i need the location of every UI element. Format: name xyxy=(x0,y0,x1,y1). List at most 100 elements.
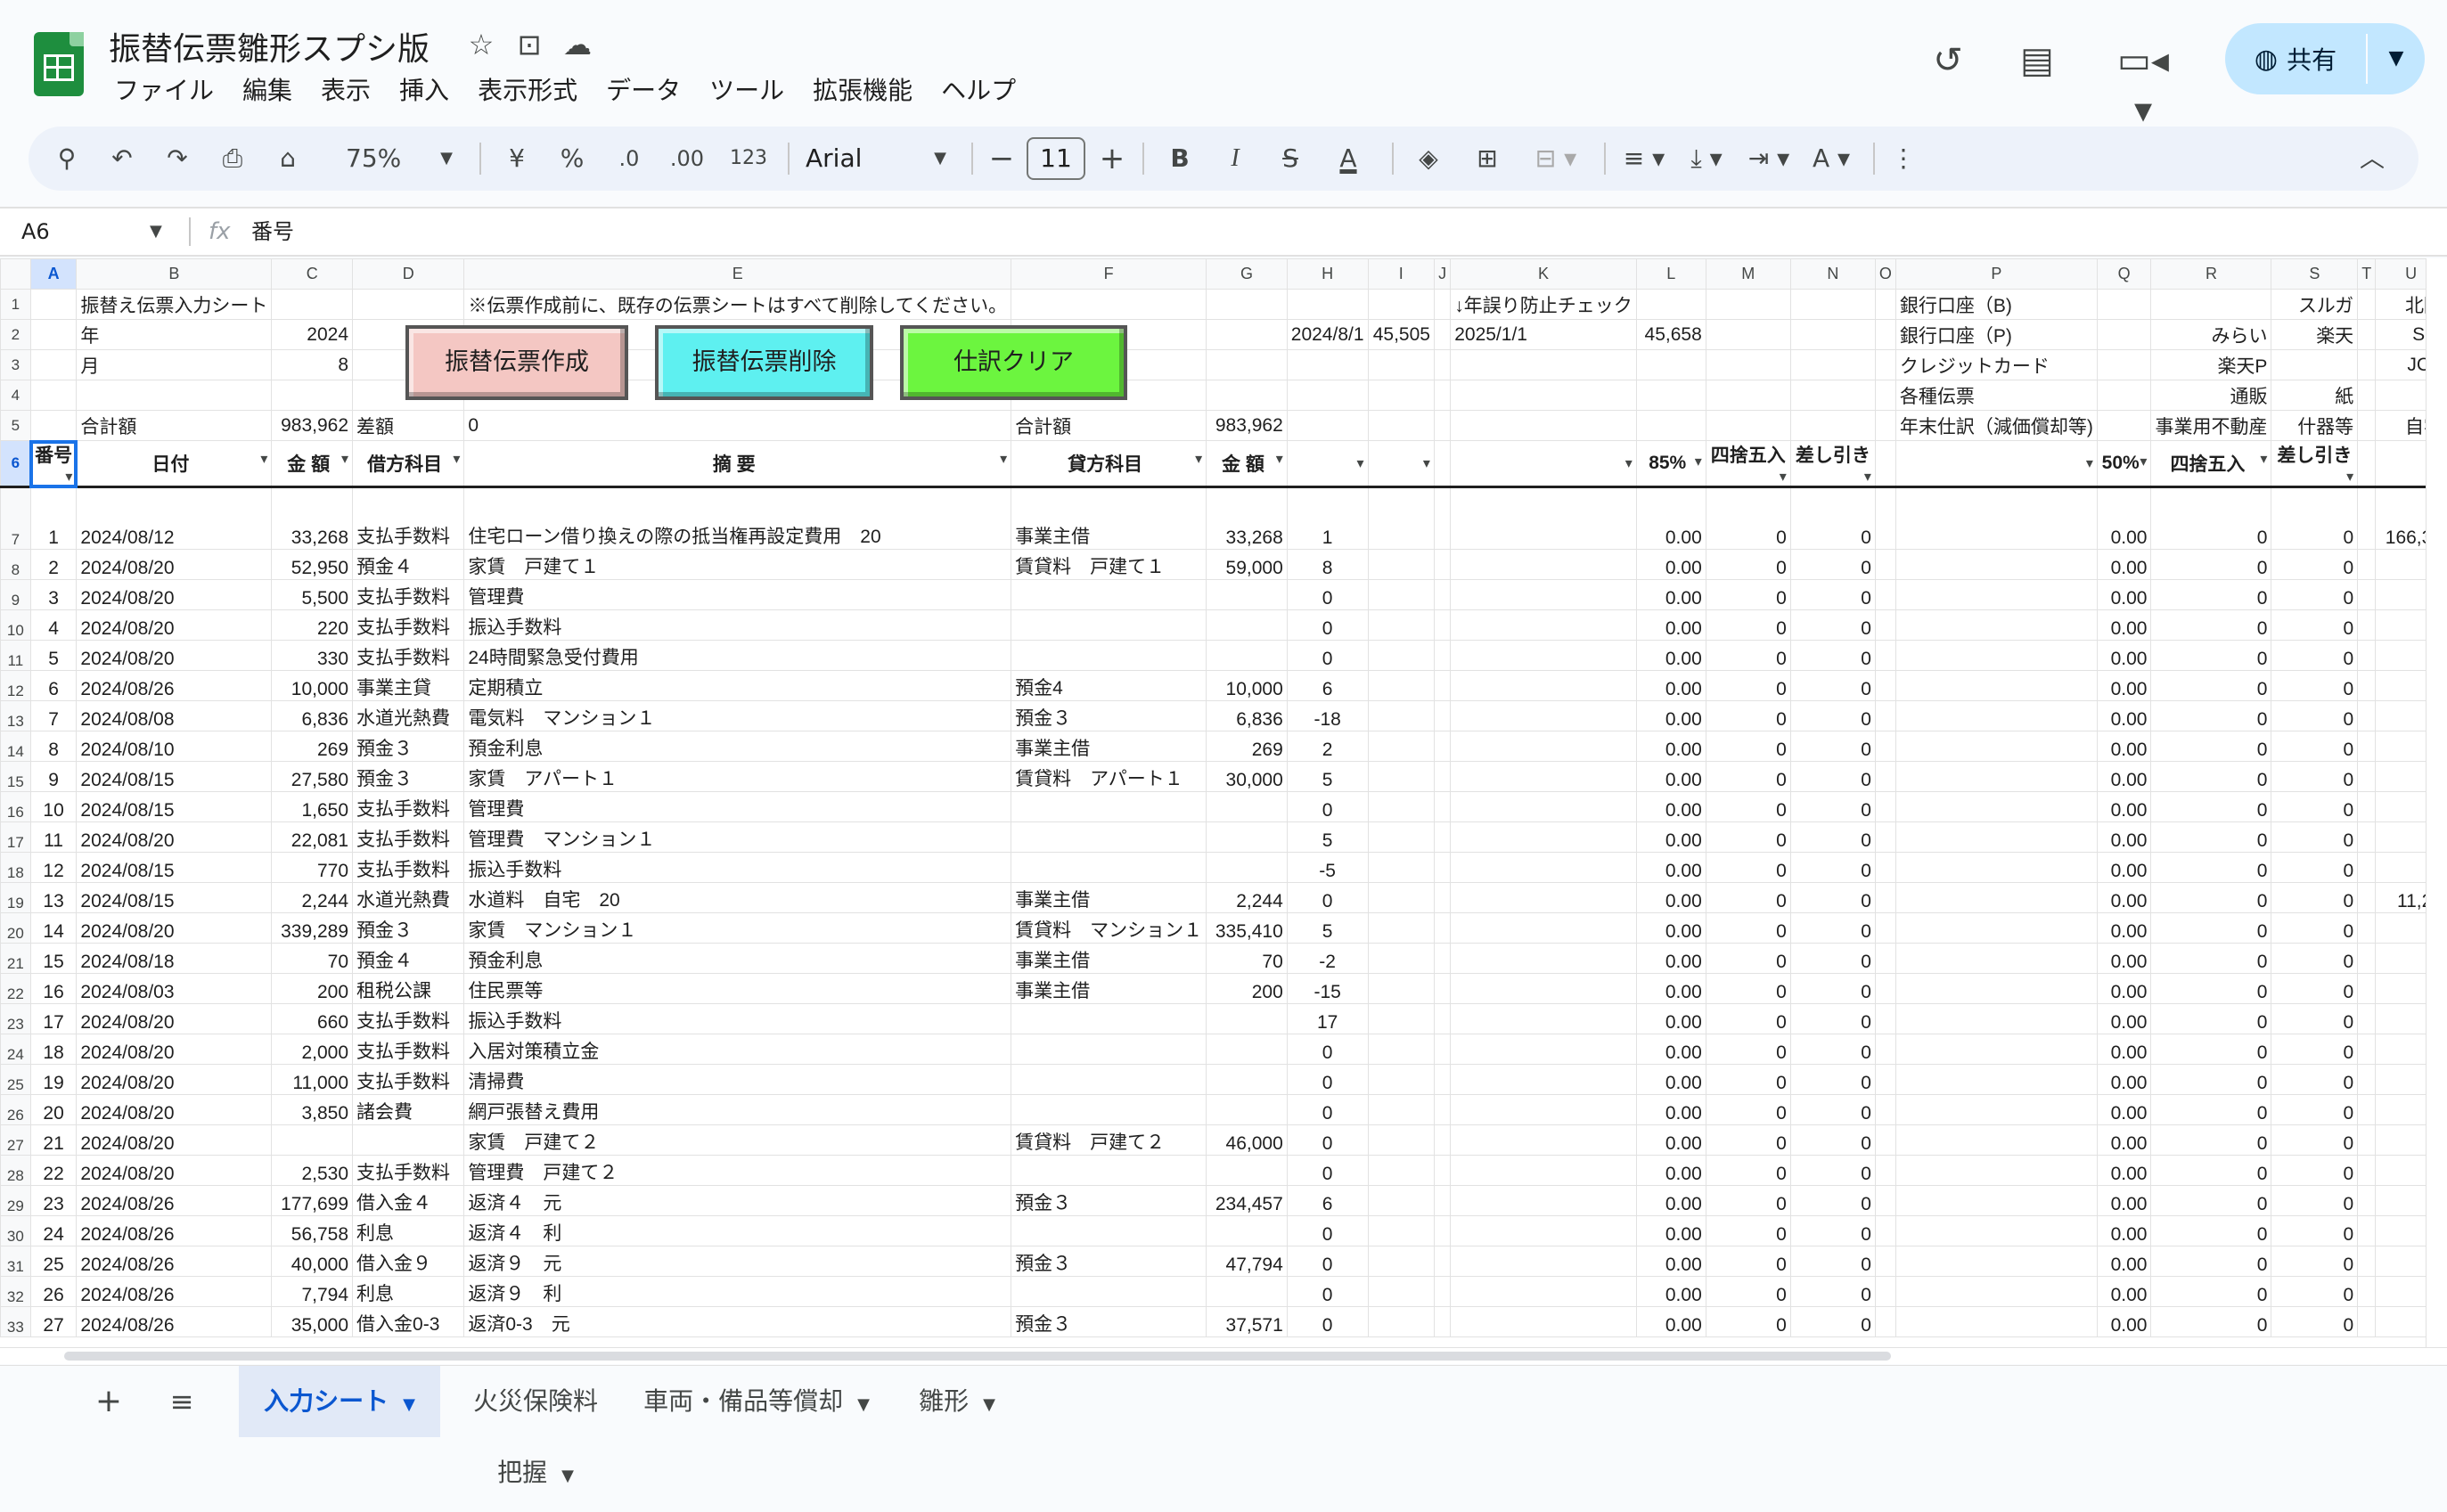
paint-format-icon[interactable]: ⌂ xyxy=(267,127,308,191)
row-header[interactable]: 9 xyxy=(0,579,31,610)
cell-g29[interactable]: 234,457 xyxy=(1206,1185,1288,1216)
cell-d26[interactable]: 諸会費 xyxy=(352,1094,465,1125)
cell-f31[interactable]: 預金３ xyxy=(1011,1246,1207,1277)
cell-t4[interactable] xyxy=(2357,380,2377,411)
cell-m15[interactable]: 0 xyxy=(1705,761,1791,792)
zoom-select[interactable]: 75% xyxy=(346,127,401,191)
name-box[interactable]: A6 xyxy=(21,216,164,248)
cell-r2[interactable]: みらい xyxy=(2150,319,2272,350)
cell-b23[interactable]: 2024/08/20 xyxy=(76,1003,273,1034)
cell-i6[interactable]: ▾ xyxy=(1367,440,1435,488)
filter-icon[interactable]: ▾ xyxy=(1195,450,1202,468)
cell-l17[interactable]: 0.00 xyxy=(1635,821,1706,853)
cell-h5[interactable] xyxy=(1286,410,1369,441)
row-header[interactable]: 24 xyxy=(0,1034,31,1065)
cell-k14[interactable] xyxy=(1450,731,1637,762)
cell-h30[interactable]: 0 xyxy=(1286,1215,1369,1246)
horizontal-scroll-thumb[interactable] xyxy=(64,1352,1891,1361)
cell-g26[interactable] xyxy=(1206,1094,1288,1125)
cell-p23[interactable] xyxy=(1895,1003,2098,1034)
increase-decimal-button[interactable]: .00 xyxy=(665,127,709,191)
cell-i28[interactable] xyxy=(1367,1155,1435,1186)
cell-o2[interactable] xyxy=(1874,319,1896,350)
cell-m10[interactable]: 0 xyxy=(1705,609,1791,641)
cell-r19[interactable]: 0 xyxy=(2150,882,2272,913)
cell-k15[interactable] xyxy=(1450,761,1637,792)
cell-o19[interactable] xyxy=(1874,882,1896,913)
cell-s4[interactable]: 紙 xyxy=(2271,380,2359,411)
select-all-corner[interactable] xyxy=(0,258,31,290)
row-header[interactable]: 7 xyxy=(0,486,31,550)
meet-icon[interactable]: ▭◂ ▾ xyxy=(2103,36,2183,131)
filter-icon[interactable]: ▾ xyxy=(1625,454,1633,472)
cell-a22[interactable]: 16 xyxy=(29,973,78,1004)
cell-q19[interactable]: 0.00 xyxy=(2096,882,2152,913)
row-header[interactable]: 19 xyxy=(0,882,31,913)
cell-i12[interactable] xyxy=(1367,670,1435,701)
cell-n23[interactable]: 0 xyxy=(1789,1003,1876,1034)
cell-q1[interactable] xyxy=(2096,289,2152,320)
cell-n30[interactable]: 0 xyxy=(1789,1215,1876,1246)
cell-s29[interactable]: 0 xyxy=(2271,1185,2359,1216)
cell-p3[interactable]: クレジットカード xyxy=(1895,349,2098,380)
cell-t22[interactable] xyxy=(2357,973,2377,1004)
row-header[interactable]: 13 xyxy=(0,700,31,731)
search-menus-icon[interactable]: ⚲ xyxy=(46,127,87,191)
cell-a3[interactable] xyxy=(29,349,78,380)
cell-q28[interactable]: 0.00 xyxy=(2096,1155,2152,1186)
cell-a15[interactable]: 9 xyxy=(29,761,78,792)
cell-t5[interactable] xyxy=(2357,410,2377,441)
menu-item[interactable]: ツール xyxy=(695,71,798,110)
cell-s23[interactable]: 0 xyxy=(2271,1003,2359,1034)
cell-m7[interactable]: 0 xyxy=(1705,486,1791,550)
cell-l1[interactable] xyxy=(1635,289,1706,320)
cell-d18[interactable]: 支払手数料 xyxy=(352,852,465,883)
cell-j24[interactable] xyxy=(1433,1034,1452,1065)
cell-e13[interactable]: 電気料 マンション１ xyxy=(463,700,1012,731)
filter-icon[interactable]: ▾ xyxy=(1423,454,1430,472)
cell-b6[interactable]: 日付 ▾ xyxy=(76,440,273,488)
comments-icon[interactable]: ▤ xyxy=(2012,36,2062,86)
column-header-o[interactable]: O xyxy=(1874,258,1896,290)
cell-i32[interactable] xyxy=(1367,1276,1435,1307)
cell-k32[interactable] xyxy=(1450,1276,1637,1307)
cell-d8[interactable]: 預金４ xyxy=(352,549,465,580)
cell-q12[interactable]: 0.00 xyxy=(2096,670,2152,701)
cell-s30[interactable]: 0 xyxy=(2271,1215,2359,1246)
row-header[interactable]: 18 xyxy=(0,852,31,883)
cell-a6[interactable]: 番号 ▾ xyxy=(29,439,78,488)
cell-p11[interactable] xyxy=(1895,640,2098,671)
cell-t6[interactable] xyxy=(2357,440,2377,488)
row-header[interactable]: 33 xyxy=(0,1306,31,1337)
cell-p24[interactable] xyxy=(1895,1034,2098,1065)
cell-a16[interactable]: 10 xyxy=(29,791,78,822)
cell-n28[interactable]: 0 xyxy=(1789,1155,1876,1186)
cell-l26[interactable]: 0.00 xyxy=(1635,1094,1706,1125)
cell-k31[interactable] xyxy=(1450,1246,1637,1277)
name-box-caret-icon[interactable]: ▼ xyxy=(150,216,162,248)
cell-a14[interactable]: 8 xyxy=(29,731,78,762)
cell-s32[interactable]: 0 xyxy=(2271,1276,2359,1307)
cell-s12[interactable]: 0 xyxy=(2271,670,2359,701)
cell-j15[interactable] xyxy=(1433,761,1452,792)
cell-h8[interactable]: 8 xyxy=(1286,549,1369,580)
cell-g10[interactable] xyxy=(1206,609,1288,641)
cell-p18[interactable] xyxy=(1895,852,2098,883)
cell-e27[interactable]: 家賃 戸建て２ xyxy=(463,1124,1012,1156)
sheet-tab[interactable]: 雛形 ▼ xyxy=(904,1366,1011,1437)
cell-l14[interactable]: 0.00 xyxy=(1635,731,1706,762)
row-header[interactable]: 15 xyxy=(0,761,31,792)
cell-a17[interactable]: 11 xyxy=(29,821,78,853)
column-header-e[interactable]: E xyxy=(463,258,1012,290)
cell-f18[interactable] xyxy=(1011,852,1207,883)
cell-a12[interactable]: 6 xyxy=(29,670,78,701)
cell-q8[interactable]: 0.00 xyxy=(2096,549,2152,580)
cell-b12[interactable]: 2024/08/26 xyxy=(76,670,273,701)
cell-k23[interactable] xyxy=(1450,1003,1637,1034)
cell-b20[interactable]: 2024/08/20 xyxy=(76,912,273,944)
row-header[interactable]: 23 xyxy=(0,1003,31,1034)
row-header[interactable]: 28 xyxy=(0,1155,31,1186)
cell-o24[interactable] xyxy=(1874,1034,1896,1065)
cell-g9[interactable] xyxy=(1206,579,1288,610)
cell-o3[interactable] xyxy=(1874,349,1896,380)
